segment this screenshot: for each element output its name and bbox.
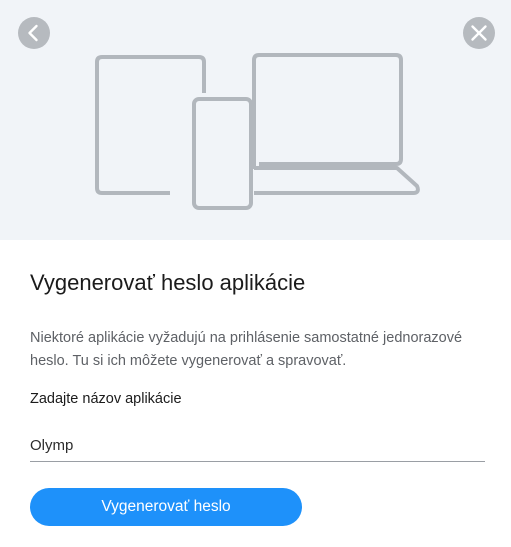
generate-password-button[interactable]: Vygenerovať heslo [30, 488, 302, 526]
chevron-left-icon [28, 24, 38, 42]
laptop-screen-icon [252, 53, 403, 169]
laptop-base-icon [254, 166, 420, 195]
app-password-dialog: Vygenerovať heslo aplikácie Niektoré apl… [0, 0, 511, 547]
close-button[interactable] [463, 17, 495, 49]
app-name-input[interactable] [30, 430, 485, 462]
dialog-title: Vygenerovať heslo aplikácie [30, 270, 306, 295]
devices-illustration [95, 53, 420, 210]
phone-icon [192, 97, 253, 210]
close-icon [471, 25, 487, 41]
tablet-icon [95, 55, 206, 195]
dialog-description: Niektoré aplikácie vyžadujú na prihlásen… [30, 330, 463, 369]
app-name-label: Zadajte názov aplikácie [30, 391, 182, 407]
hero-banner [0, 0, 511, 240]
back-button[interactable] [18, 17, 50, 49]
